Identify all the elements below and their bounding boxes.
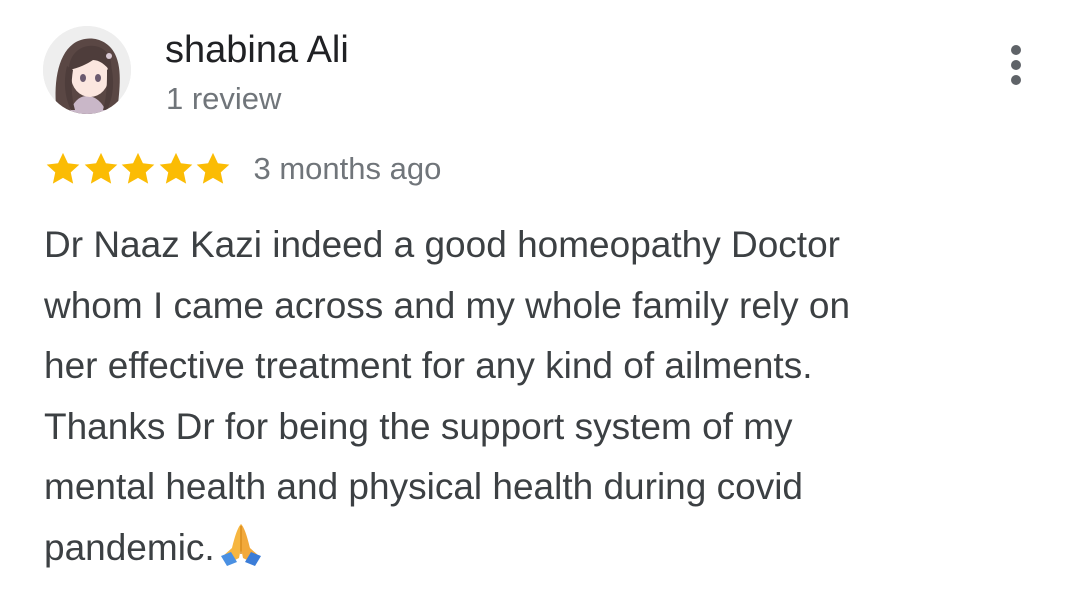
review-text-line: her effective treatment for any kind of … bbox=[44, 345, 813, 386]
more-options-button[interactable] bbox=[996, 40, 1036, 90]
star-icon bbox=[196, 152, 230, 184]
review-text-line: Dr Naaz Kazi indeed a good homeopathy Do… bbox=[44, 224, 840, 265]
star-icon bbox=[159, 152, 192, 184]
review-text-line: pandemic. bbox=[44, 518, 1034, 579]
star-icon bbox=[46, 152, 80, 184]
review-text: Dr Naaz Kazi indeed a good homeopathy Do… bbox=[44, 215, 1034, 578]
rating-row: 3 months ago bbox=[44, 148, 441, 190]
folded-hands-icon bbox=[220, 523, 261, 566]
avatar[interactable] bbox=[43, 26, 131, 114]
star-rating bbox=[44, 150, 232, 188]
review-card: shabina Ali 1 review 3 months ago Dr Naa… bbox=[0, 0, 1080, 604]
review-text-line: whom I came across and my whole family r… bbox=[44, 284, 851, 326]
avatar-illustration bbox=[43, 26, 131, 114]
review-date: 3 months ago bbox=[253, 151, 442, 186]
star-icon bbox=[121, 152, 155, 184]
review-text-line: mental health and physical health during… bbox=[44, 466, 803, 507]
author-name[interactable]: shabina Ali bbox=[165, 28, 349, 72]
review-count: 1 review bbox=[166, 81, 282, 116]
star-icon bbox=[84, 152, 117, 184]
review-text-line: Thanks Dr for being the support system o… bbox=[44, 405, 793, 447]
